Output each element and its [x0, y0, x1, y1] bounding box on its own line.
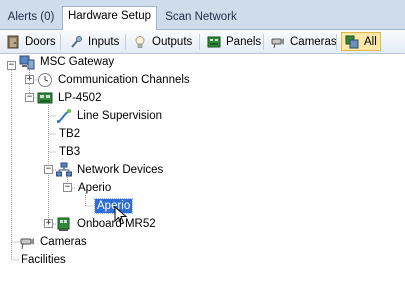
toolbar-separator [336, 34, 337, 50]
filter-doors-button[interactable]: Doors [3, 32, 59, 51]
tree-node-label: LP-4502 [58, 92, 102, 104]
tree-node-line-supervision[interactable]: Line Supervision [56, 107, 164, 125]
collapse-toggle[interactable]: − [44, 165, 53, 174]
gateway-icon [19, 54, 35, 70]
camera-icon [271, 35, 285, 49]
toolbar-separator [125, 34, 126, 50]
tab-hardware-setup[interactable]: Hardware Setup [62, 6, 157, 31]
filter-panels-button[interactable]: Panels [204, 32, 264, 51]
filter-doors-label: Doors [25, 35, 56, 48]
collapse-toggle[interactable]: − [7, 61, 16, 70]
network-icon [56, 162, 72, 178]
filter-all-label: All [364, 35, 377, 48]
collapse-toggle[interactable]: − [25, 93, 34, 102]
tree-node-label: Communication Channels [58, 74, 190, 86]
tree-node-facilities[interactable]: Facilities [19, 251, 68, 269]
input-icon [69, 35, 83, 49]
clock-icon [37, 72, 53, 88]
tab-scan-network-label: Scan Network [165, 11, 237, 23]
panel-icon [37, 90, 53, 106]
tree-node-network-devices[interactable]: Network Devices [56, 161, 165, 179]
tab-alerts-label: Alerts (0) [7, 11, 55, 23]
tree-node-label: TB3 [59, 146, 81, 158]
filter-all-button[interactable]: All [341, 32, 381, 51]
wire-icon [56, 108, 72, 124]
tree-node-label: Line Supervision [77, 110, 163, 122]
tree-node-communication-channels[interactable]: Communication Channels [37, 71, 192, 89]
panel-icon [56, 216, 72, 232]
expand-toggle[interactable]: + [25, 75, 34, 84]
tree-node-aperio-group[interactable]: Aperio [76, 179, 113, 197]
tree-node-msc-gateway[interactable]: MSC Gateway [19, 53, 116, 71]
collapse-toggle[interactable]: − [63, 183, 72, 192]
tree-node-label: Facilities [21, 254, 66, 266]
hardware-tree: − + − − − + MSC Gateway Communication Ch… [0, 55, 405, 297]
tree-node-onboard-mr52[interactable]: Onboard MR52 [56, 215, 158, 233]
toolbar-separator [199, 34, 200, 50]
filter-panels-label: Panels [226, 35, 262, 48]
tab-strip: Alerts (0) Hardware Setup Scan Network [0, 0, 405, 31]
tab-scan-network[interactable]: Scan Network [160, 8, 242, 30]
tree-node-label: MSC Gateway [40, 56, 115, 68]
expand-toggle[interactable]: + [44, 219, 53, 228]
tree-node-label: Cameras [40, 236, 87, 248]
tree-node-cameras[interactable]: Cameras [19, 233, 89, 251]
camera-icon [19, 234, 35, 250]
tree-node-tb2[interactable]: TB2 [57, 125, 82, 143]
tree-node-label: Onboard MR52 [77, 218, 156, 230]
filter-cameras-button[interactable]: Cameras [268, 32, 340, 51]
filter-inputs-button[interactable]: Inputs [66, 32, 122, 51]
tab-alerts[interactable]: Alerts (0) [0, 8, 62, 30]
tree-node-tb3[interactable]: TB3 [57, 143, 82, 161]
tree-node-lp-4502[interactable]: LP-4502 [37, 89, 103, 107]
filter-cameras-label: Cameras [290, 35, 337, 48]
tree-node-label: TB2 [59, 128, 81, 140]
filter-outputs-label: Outputs [152, 35, 193, 48]
tab-hardware-setup-label: Hardware Setup [67, 10, 152, 22]
tree-node-label: Aperio [78, 182, 112, 194]
panel-icon [207, 35, 221, 49]
tree-node-label: Network Devices [77, 164, 164, 176]
toolbar-separator [60, 34, 61, 50]
filter-toolbar: Doors Inputs Outputs Panels Cameras All [0, 30, 405, 54]
toolbar-separator [263, 34, 264, 50]
all-icon [345, 35, 359, 49]
filter-inputs-label: Inputs [88, 35, 120, 48]
filter-outputs-button[interactable]: Outputs [130, 32, 195, 51]
bulb-icon [133, 35, 147, 49]
door-icon [6, 35, 20, 49]
